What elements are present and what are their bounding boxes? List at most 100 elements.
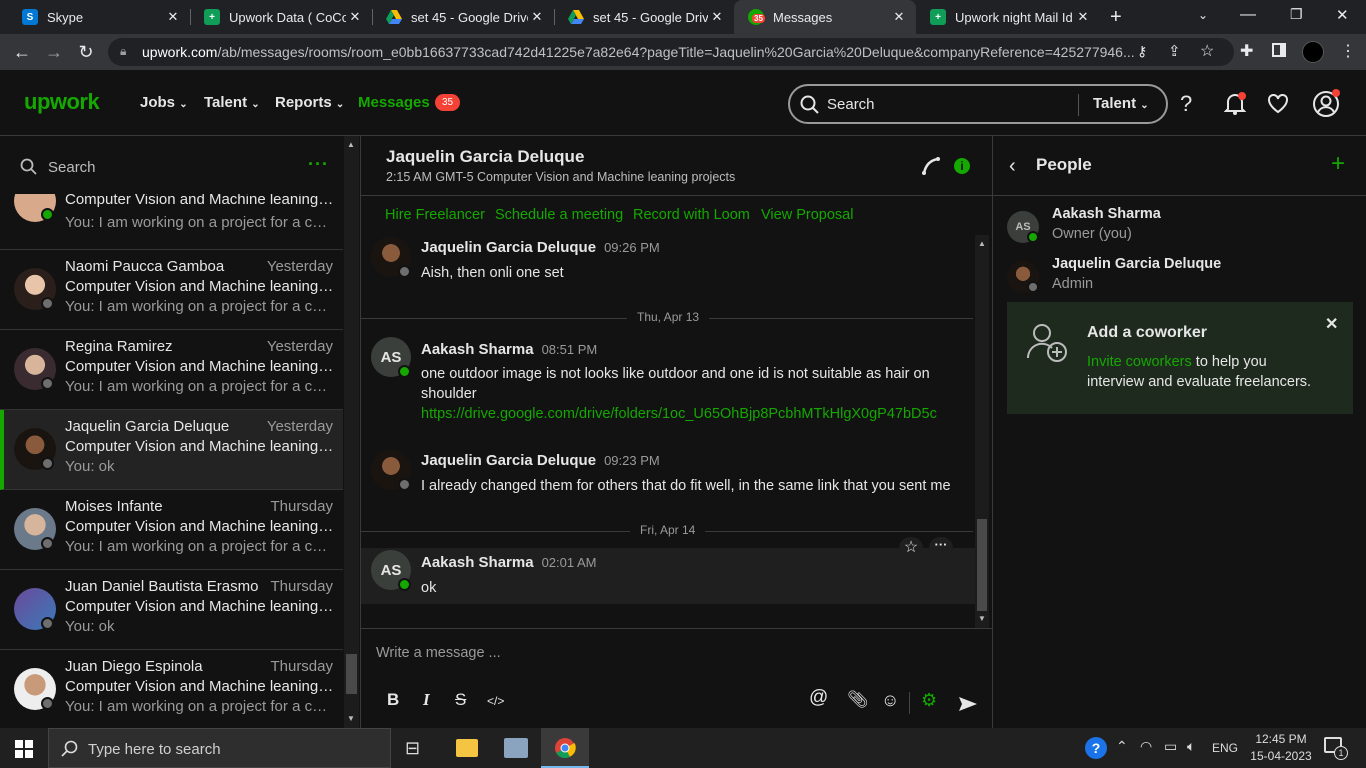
nav-reports[interactable]: Reports ⌄	[275, 94, 344, 111]
bookmark-star-icon[interactable]: ☆	[1200, 41, 1214, 61]
volume-icon[interactable]: 🔈︎	[1187, 738, 1195, 755]
list-item-selected[interactable]: Jaquelin Garcia Deluque Yesterday Comput…	[0, 410, 343, 490]
message-input[interactable]: Write a message ...	[376, 645, 501, 661]
reload-button[interactable]: ↻	[74, 40, 98, 64]
close-icon[interactable]: ✕	[1074, 9, 1092, 25]
conversation-scrollbar[interactable]: ▲ ▼	[344, 136, 359, 728]
header-search[interactable]: Search Talent ⌄	[788, 84, 1168, 124]
list-item[interactable]: Moises Infante Thursday Computer Vision …	[0, 490, 343, 570]
list-item[interactable]: Computer Vision and Machine leaning p...…	[0, 194, 343, 250]
phone-icon[interactable]	[921, 156, 941, 176]
clock-time[interactable]: 12:45 PM	[1250, 732, 1312, 746]
close-icon[interactable]: ✕	[890, 9, 908, 25]
conversation-search-input[interactable]: Search	[48, 159, 96, 176]
mention-icon[interactable]: @	[809, 687, 828, 709]
nav-jobs[interactable]: Jobs ⌄	[140, 94, 188, 111]
close-window-button[interactable]: ✕	[1336, 6, 1349, 24]
clock-date[interactable]: 15-04-2023	[1246, 749, 1316, 763]
tab-skype[interactable]: S Skype ✕	[8, 0, 190, 34]
file-explorer-icon[interactable]	[456, 739, 478, 757]
close-icon[interactable]: ✕	[708, 9, 726, 25]
close-icon[interactable]: ✕	[1325, 314, 1338, 334]
list-item[interactable]: Naomi Paucca Gamboa Yesterday Computer V…	[0, 250, 343, 330]
bold-icon[interactable]: B	[387, 690, 399, 710]
scrollbar-thumb[interactable]	[346, 654, 357, 694]
nav-talent[interactable]: Talent ⌄	[204, 94, 260, 111]
close-icon[interactable]: ✕	[346, 9, 364, 25]
scroll-down-arrow[interactable]: ▼	[347, 714, 355, 723]
settings-gear-icon[interactable]: ⚙	[921, 690, 937, 711]
windows-start-icon[interactable]	[15, 740, 33, 758]
battery-icon[interactable]: ▭	[1164, 738, 1177, 755]
emoji-icon[interactable]: ☺	[881, 690, 899, 711]
more-options-icon[interactable]: ···	[929, 537, 953, 559]
card-text-line2: interview and evaluate freelancers.	[1087, 374, 1312, 390]
search-scope-select[interactable]: Talent ⌄	[1093, 95, 1149, 112]
close-icon[interactable]: ✕	[164, 9, 182, 25]
view-proposal-link[interactable]: View Proposal	[761, 207, 853, 223]
scrollbar-thumb[interactable]	[977, 519, 987, 611]
sidepanel-icon[interactable]	[1272, 43, 1286, 57]
strikethrough-icon[interactable]: S	[455, 690, 466, 710]
taskbar-search[interactable]: Type here to search	[48, 728, 391, 768]
search-input[interactable]: Search	[827, 96, 875, 113]
attachment-icon[interactable]: 📎︎	[847, 690, 869, 710]
account-avatar-icon[interactable]	[1312, 88, 1342, 118]
tab-messages[interactable]: 35 Messages ✕	[734, 0, 916, 34]
help-icon[interactable]: ?	[1180, 91, 1192, 117]
task-view-icon[interactable]: ⊟	[405, 738, 420, 759]
app-icon[interactable]	[504, 738, 528, 758]
tab-upwork-data[interactable]: + Upwork Data ( CoCo) I ✕	[190, 0, 372, 34]
star-icon[interactable]: ☆	[899, 537, 923, 559]
conversation-name: Moises Infante	[65, 498, 163, 515]
record-loom-link[interactable]: Record with Loom	[633, 207, 750, 223]
tab-night-mail[interactable]: + Upwork night Mail Id ✕	[916, 0, 1100, 34]
extensions-icon[interactable]: ✚	[1240, 41, 1253, 61]
nav-messages[interactable]: Messages	[358, 94, 430, 111]
upwork-logo[interactable]: upwork	[24, 89, 100, 115]
back-button[interactable]: ←	[10, 40, 34, 64]
message-link[interactable]: https://drive.google.com/drive/folders/1…	[421, 404, 937, 424]
heart-icon[interactable]	[1267, 94, 1289, 114]
nav-reports-label: Reports	[275, 94, 332, 111]
taskbar-search-input[interactable]: Type here to search	[88, 741, 221, 758]
add-person-icon[interactable]: +	[1331, 150, 1345, 178]
close-icon[interactable]: ✕	[528, 9, 546, 25]
url-field[interactable]: 🔒︎ upwork.com/ab/messages/rooms/room_e0b…	[108, 38, 1234, 66]
code-icon[interactable]: </>	[487, 694, 504, 708]
share-icon[interactable]: ⇪	[1168, 42, 1181, 60]
tab-search-icon[interactable]: ⌄	[1198, 8, 1208, 22]
italic-icon[interactable]: I	[423, 690, 430, 710]
forward-button[interactable]: →	[42, 40, 66, 64]
scroll-up-arrow[interactable]: ▲	[347, 140, 355, 149]
list-item[interactable]: Juan Daniel Bautista Erasmo Thursday Com…	[0, 570, 343, 650]
language-indicator[interactable]: ENG	[1212, 741, 1238, 755]
conversation-list: Search ··· Computer Vision and Machine l…	[0, 136, 360, 728]
messages-scrollbar[interactable]: ▲ ▼	[975, 235, 989, 628]
scroll-up-arrow[interactable]: ▲	[978, 239, 986, 248]
wifi-icon[interactable]: ◠	[1140, 738, 1152, 755]
hire-freelancer-link[interactable]: Hire Freelancer	[385, 207, 485, 223]
help-tray-icon[interactable]: ?	[1085, 737, 1107, 759]
send-icon[interactable]	[958, 696, 978, 712]
tab-drive-2[interactable]: set 45 - Google Drive ✕	[554, 0, 734, 34]
minimize-button[interactable]: —	[1240, 6, 1256, 24]
list-item[interactable]: Regina Ramirez Yesterday Computer Vision…	[0, 330, 343, 410]
restore-button[interactable]: ❐	[1290, 6, 1303, 23]
info-icon[interactable]: i	[954, 158, 970, 174]
tray-chevron-icon[interactable]: ⌃	[1116, 738, 1128, 755]
menu-dots-icon[interactable]: ⋮	[1340, 41, 1356, 61]
invite-coworkers-link[interactable]: Invite coworkers	[1087, 354, 1192, 370]
key-icon[interactable]: ⚷	[1137, 43, 1153, 59]
more-options-icon[interactable]: ···	[308, 154, 329, 175]
schedule-meeting-link[interactable]: Schedule a meeting	[495, 207, 623, 223]
scroll-down-arrow[interactable]: ▼	[978, 614, 986, 623]
conversation-name: Juan Diego Espinola	[65, 658, 203, 675]
list-item[interactable]: Juan Diego Espinola Thursday Computer Vi…	[0, 650, 343, 728]
profile-avatar[interactable]	[1302, 41, 1324, 63]
back-chevron-icon[interactable]: ‹	[1009, 155, 1016, 178]
bell-icon[interactable]	[1224, 92, 1246, 116]
chrome-taskbar-button[interactable]	[541, 728, 589, 768]
new-tab-button[interactable]: +	[1110, 6, 1122, 29]
tab-drive-1[interactable]: set 45 - Google Drive ✕	[372, 0, 554, 34]
